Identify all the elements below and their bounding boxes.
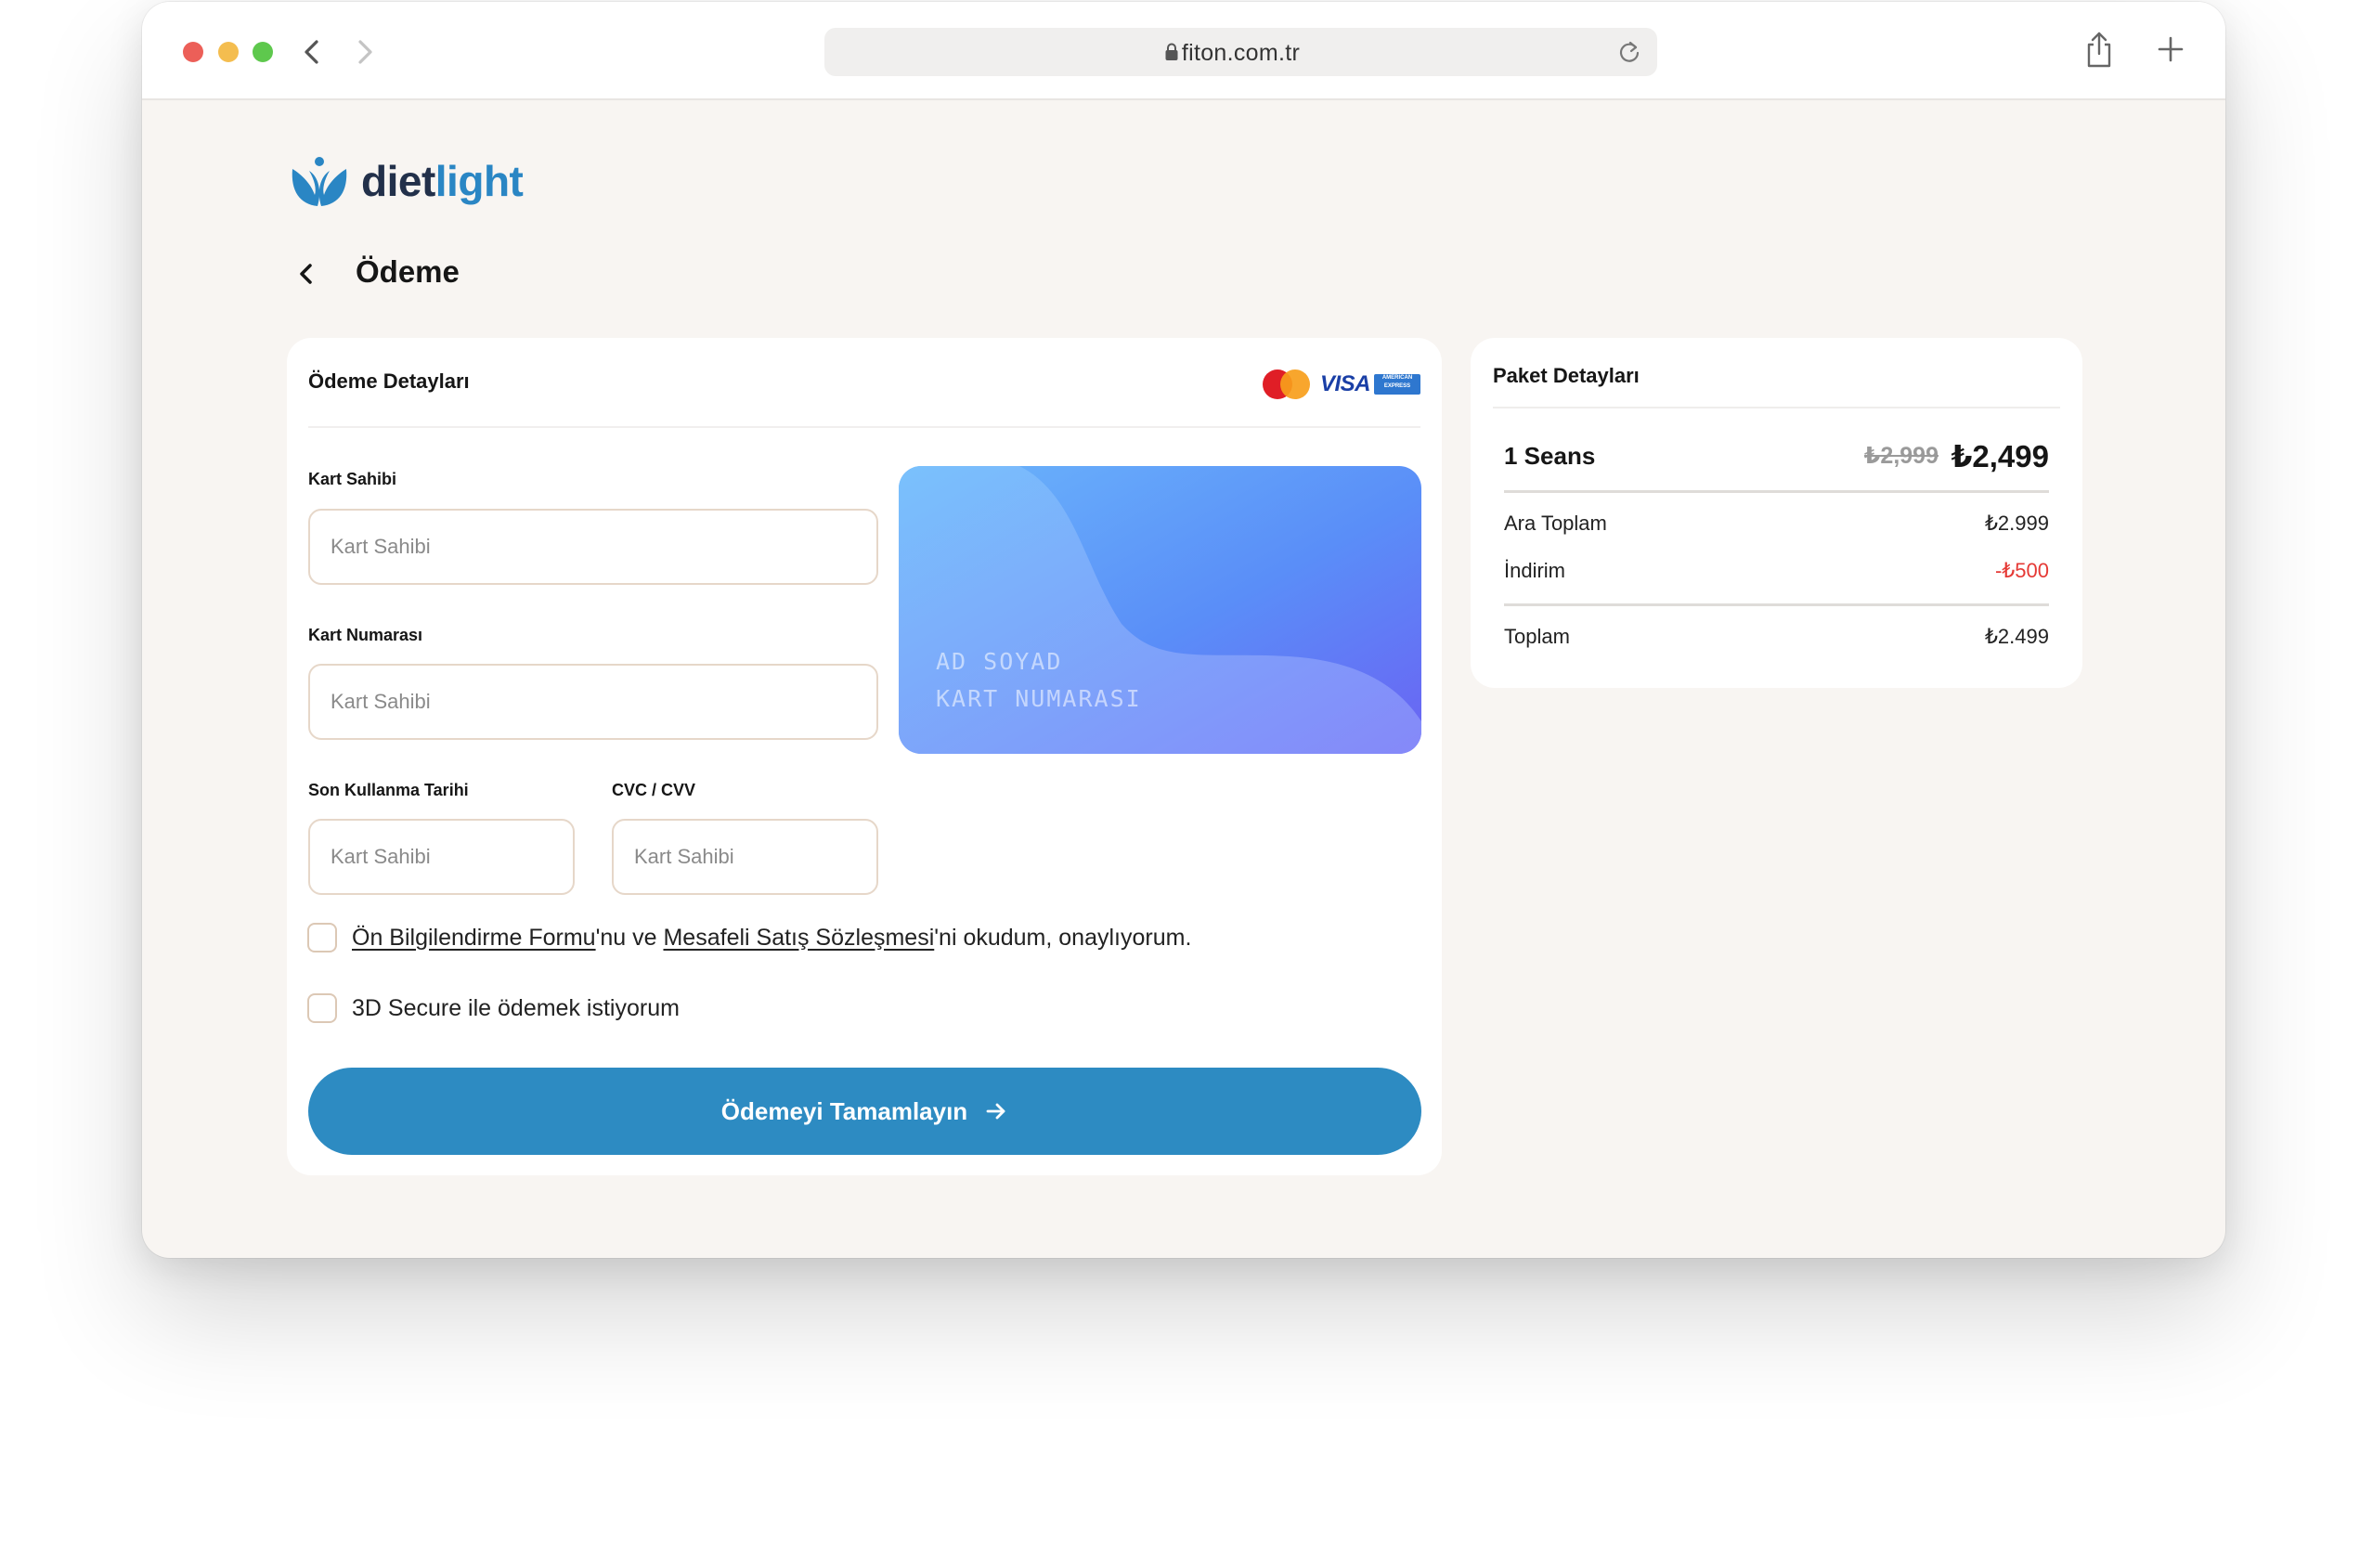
mastercard-icon-overlap xyxy=(1280,369,1310,399)
complete-payment-button[interactable]: Ödemeyi Tamamlayın xyxy=(308,1068,1421,1155)
arrow-right-icon xyxy=(986,1103,1005,1120)
credit-card-preview: AD SOYAD KART NUMARASI xyxy=(899,466,1421,754)
back-arrow-icon[interactable] xyxy=(293,33,331,71)
payment-details-heading: Ödeme Detayları xyxy=(308,369,470,393)
url-text: fiton.com.tr xyxy=(1181,40,1301,66)
distance-sales-contract-link[interactable]: Mesafeli Satış Sözleşmesi xyxy=(663,925,934,951)
subtotal-value: ₺2.999 xyxy=(1984,512,2049,535)
package-details-panel: Paket Detayları 1 Seans ₺2,999 ₺2,499 Ar… xyxy=(1471,338,2082,688)
leaf-logo-icon xyxy=(292,157,347,206)
consent-checkbox[interactable] xyxy=(307,923,337,952)
card-preview-number: KART NUMARASI xyxy=(936,685,1142,712)
subtotal-label: Ara Toplam xyxy=(1504,512,1607,535)
close-window-button[interactable] xyxy=(183,42,203,62)
discount-label: İndirim xyxy=(1504,559,1566,582)
payment-details-panel: Ödeme Detayları VISA AMERICAN EXPRESS Ka… xyxy=(287,338,1442,1175)
new-tab-icon[interactable] xyxy=(2152,30,2189,71)
dietlight-logo[interactable]: dietlight xyxy=(287,152,524,212)
page-title: Ödeme xyxy=(356,254,460,289)
cvc-label: CVC / CVV xyxy=(612,781,696,799)
card-number-label: Kart Numarası xyxy=(308,626,423,644)
card-holder-label: Kart Sahibi xyxy=(308,470,397,488)
consent-text: Ön Bilgilendirme Formu'nu ve Mesafeli Sa… xyxy=(352,925,1192,951)
divider xyxy=(1493,407,2060,408)
visa-icon: VISA xyxy=(1320,371,1371,396)
3d-secure-label: 3D Secure ile ödemek istiyorum xyxy=(352,995,680,1021)
amex-icon: AMERICAN EXPRESS xyxy=(1374,374,1420,395)
chevron-left-icon[interactable] xyxy=(291,258,322,290)
address-bar[interactable]: fiton.com.tr xyxy=(824,28,1657,76)
share-icon[interactable] xyxy=(2081,30,2118,71)
package-details-heading: Paket Detayları xyxy=(1493,364,1640,387)
browser-toolbar: fiton.com.tr xyxy=(142,2,2225,100)
divider xyxy=(308,426,1420,428)
total-label: Toplam xyxy=(1504,625,1570,648)
logo-wordmark: dietlight xyxy=(361,157,524,205)
expiry-date-input[interactable] xyxy=(308,819,575,895)
minimize-window-button[interactable] xyxy=(218,42,239,62)
forward-arrow-icon[interactable] xyxy=(346,33,383,71)
divider xyxy=(1504,490,2049,493)
divider xyxy=(1504,603,2049,606)
total-value: ₺2.499 xyxy=(1984,625,2049,648)
cvc-input[interactable] xyxy=(612,819,878,895)
new-price: ₺2,499 xyxy=(1951,439,2049,473)
complete-payment-label: Ödemeyi Tamamlayın xyxy=(720,1096,968,1125)
maximize-window-button[interactable] xyxy=(253,42,273,62)
package-item-name: 1 Seans xyxy=(1504,442,1596,470)
old-price: ₺2,999 xyxy=(1864,443,1939,469)
card-holder-input[interactable] xyxy=(308,509,878,585)
card-number-input[interactable] xyxy=(308,664,878,740)
pre-information-form-link[interactable]: Ön Bilgilendirme Formu xyxy=(352,925,596,951)
3d-secure-checkbox[interactable] xyxy=(307,993,337,1023)
reload-icon[interactable] xyxy=(1616,39,1642,65)
browser-window: fiton.com.tr dietlight Ödeme Ödeme Detay… xyxy=(142,2,2225,1258)
card-preview-name: AD SOYAD xyxy=(936,648,1063,675)
expiry-date-label: Son Kullanma Tarihi xyxy=(308,781,469,799)
discount-value: -₺500 xyxy=(1994,559,2049,582)
